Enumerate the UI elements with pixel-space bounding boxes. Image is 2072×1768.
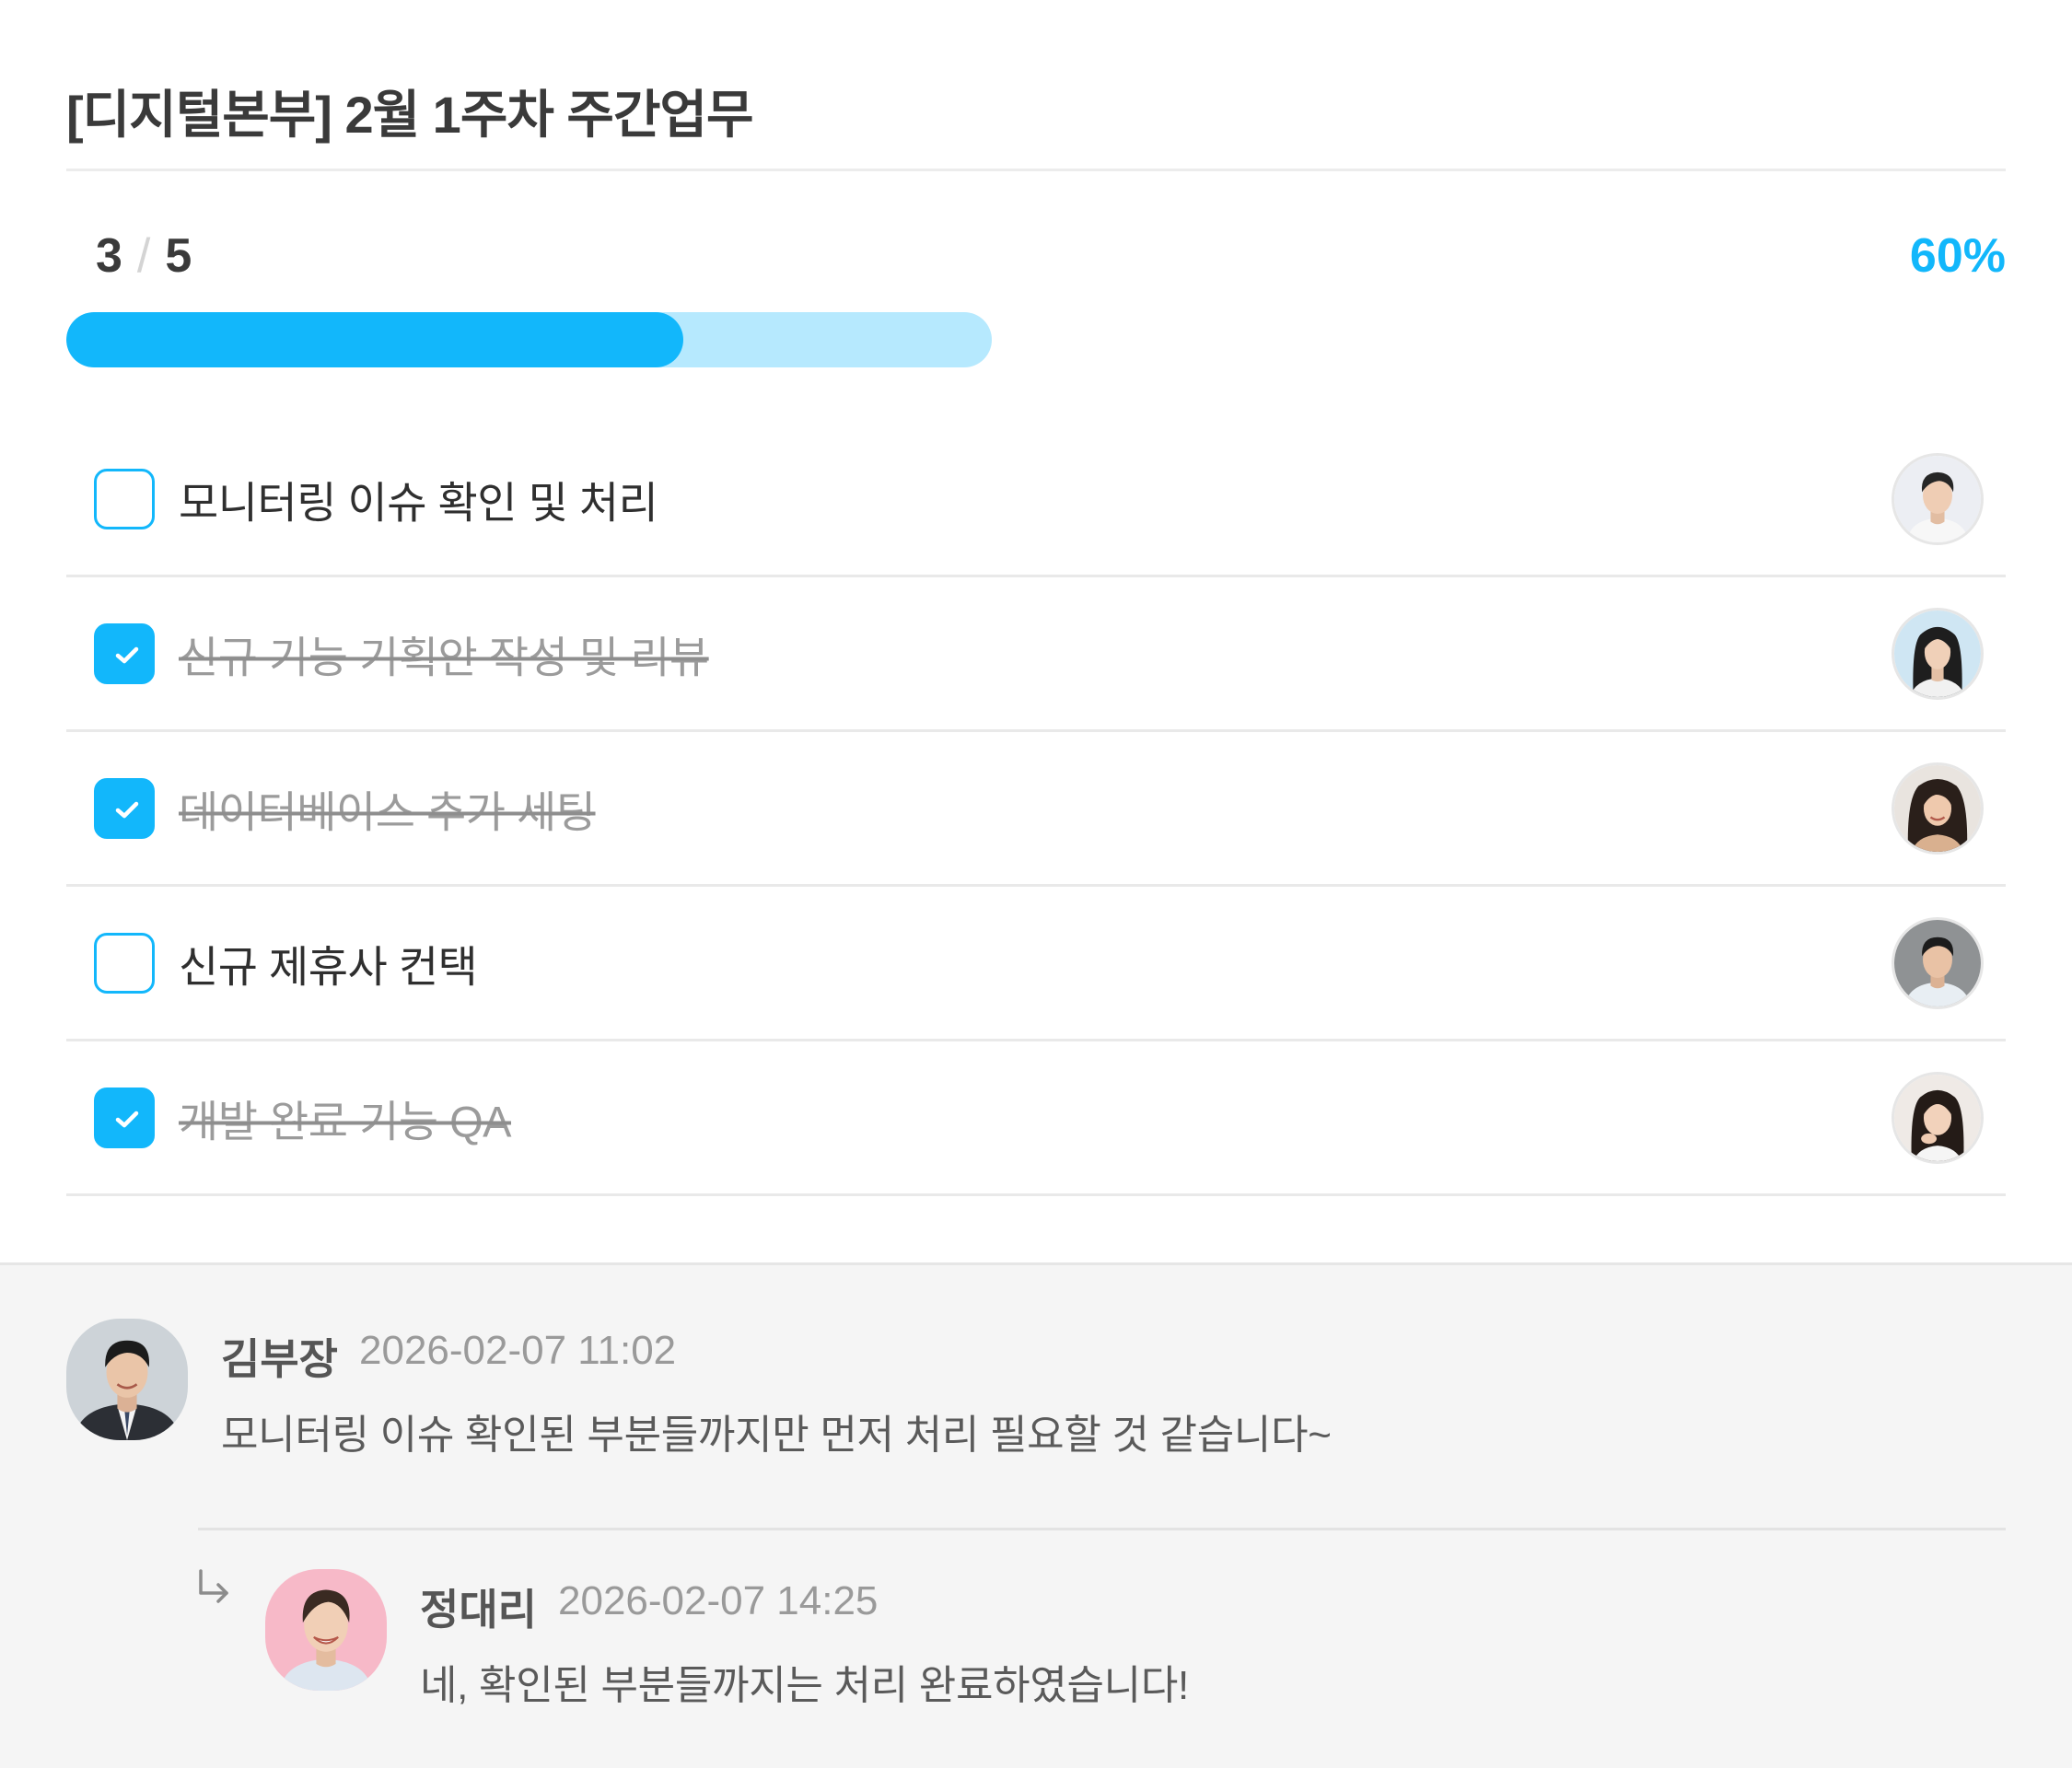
woman-smiling-avatar [1892,762,1984,855]
check-icon [115,1111,139,1127]
total-count: 5 [165,229,192,283]
title-divider [66,169,2006,171]
progress-count: 3 / 5 [96,228,192,284]
reply-author: 정대리 [420,1586,537,1634]
task-checkbox[interactable] [94,777,155,839]
task-label: 개발 완료 기능 QA [179,1097,512,1146]
task-label: 신규 제휴사 컨택 [179,942,478,991]
comment-section: 김부장 2026-02-07 11:02 모니터링 이슈 확인된 부분들까지만 … [0,1262,2072,1768]
task-label: 데이터베이스 추가 세팅 [179,787,596,836]
task-label: 신규 기능 기획안 작성 및 리뷰 [179,633,709,681]
man-suit-avatar [66,1319,188,1440]
comment-text: 모니터링 이슈 확인된 부분들까지만 먼저 처리 필요할 것 같습니다~ [221,1413,1332,1458]
progress-percent: 60% [1909,229,2006,283]
task-list: 모니터링 이슈 확인 및 처리 신규 기능 기획안 작성 및 리뷰 데이터베이스… [66,423,2006,1196]
woman-long-hair-avatar [1892,607,1984,700]
check-icon [115,646,139,663]
count-separator: / [136,229,151,283]
comment-timestamp: 2026-02-07 11:02 [359,1328,677,1373]
reply-text: 네, 확인된 부분들까지는 처리 완료하였습니다! [420,1663,1189,1708]
progress-bar [66,312,992,367]
task-item[interactable]: 신규 기능 기획안 작성 및 리뷰 [66,577,2006,732]
comment-author: 김부장 [221,1335,338,1383]
task-item[interactable]: 신규 제휴사 컨택 [66,887,2006,1041]
done-count: 3 [96,229,122,283]
progress-bar-fill [66,312,684,367]
task-item[interactable]: 데이터베이스 추가 세팅 [66,732,2006,887]
check-icon [115,801,139,818]
weekly-task-card: [디지털본부] 2월 1주차 주간업무 3 / 5 60% 모니터링 이슈 확인 및… [0,0,2072,1768]
task-label: 모니터링 이슈 확인 및 처리 [179,478,658,527]
young-man-avatar [1892,452,1984,545]
task-checkbox[interactable] [94,468,155,529]
man-shirt-avatar [1892,916,1984,1009]
reply-arrow-icon [199,1569,228,1603]
reply-timestamp: 2026-02-07 14:25 [558,1578,879,1623]
task-checkbox[interactable] [94,932,155,994]
woman-pink-background-avatar [265,1569,387,1691]
task-item[interactable]: 개발 완료 기능 QA [66,1041,2006,1196]
task-checkbox[interactable] [94,622,155,684]
reply-divider [198,1528,2006,1530]
task-checkbox[interactable] [94,1087,155,1148]
task-item[interactable]: 모니터링 이슈 확인 및 처리 [66,423,2006,577]
woman-hand-chin-avatar [1892,1071,1984,1164]
page-title: [디지털본부] 2월 1주차 주간업무 [66,86,754,144]
